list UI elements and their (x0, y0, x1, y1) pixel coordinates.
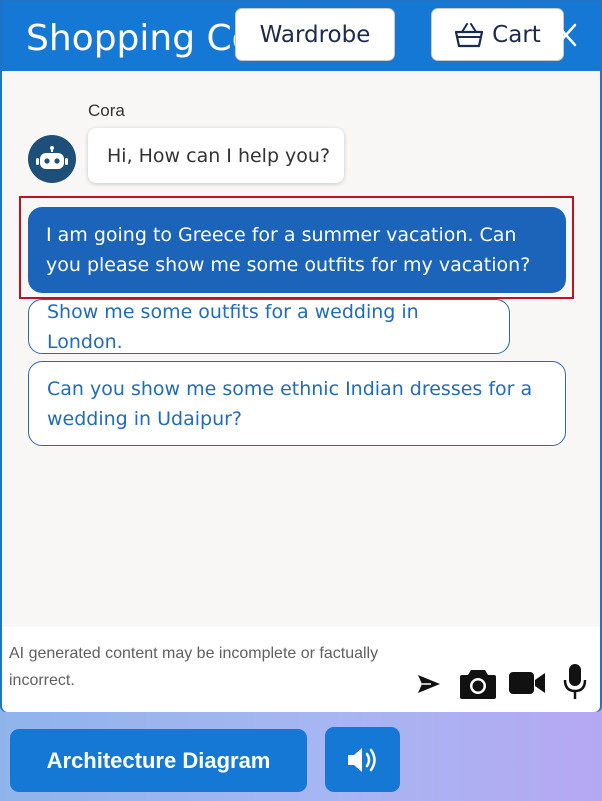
suggestion-greece-vacation[interactable]: I am going to Greece for a summer vacati… (28, 207, 566, 293)
camera-icon (460, 670, 496, 699)
wardrobe-label: Wardrobe (259, 21, 371, 48)
wardrobe-button[interactable]: Wardrobe (235, 8, 395, 61)
cart-button[interactable]: Cart (431, 8, 564, 61)
architecture-label: Architecture Diagram (46, 747, 271, 773)
suggestion-text: I am going to Greece for a summer vacati… (46, 224, 531, 276)
robot-icon (36, 146, 68, 169)
bot-name: Cora (88, 101, 125, 120)
shopping-basket-icon (455, 22, 484, 47)
suggestion-text: Can you show me some ethnic Indian dress… (47, 377, 533, 430)
close-icon[interactable] (555, 22, 577, 48)
speaker-icon (347, 747, 376, 772)
microphone-button[interactable] (562, 663, 588, 701)
header-bar: Shopping Copilot Wardrobe Cart (2, 2, 600, 71)
speaker-button[interactable] (325, 727, 400, 792)
greeting-text: Hi, How can I help you? (107, 144, 331, 167)
suggestion-london-wedding[interactable]: Show me some outfits for a wedding in Lo… (28, 299, 510, 354)
suggestion-text: Show me some outfits for a wedding in Lo… (47, 300, 419, 353)
cart-label: Cart (492, 21, 541, 48)
suggestion-udaipur-wedding[interactable]: Can you show me some ethnic Indian dress… (28, 361, 566, 446)
ai-disclaimer: AI generated content may be incomplete o… (9, 645, 379, 689)
microphone-icon (563, 664, 587, 699)
send-icon (418, 675, 440, 693)
send-button[interactable] (416, 671, 442, 697)
camera-button[interactable] (459, 665, 497, 701)
video-icon (509, 672, 545, 694)
bot-avatar (28, 135, 76, 183)
video-button[interactable] (508, 668, 546, 698)
chat-window: Shopping Copilot Wardrobe Cart Cora Hi, … (0, 0, 602, 712)
bot-greeting-bubble: Hi, How can I help you? (88, 128, 344, 183)
architecture-diagram-button[interactable]: Architecture Diagram (10, 729, 307, 792)
